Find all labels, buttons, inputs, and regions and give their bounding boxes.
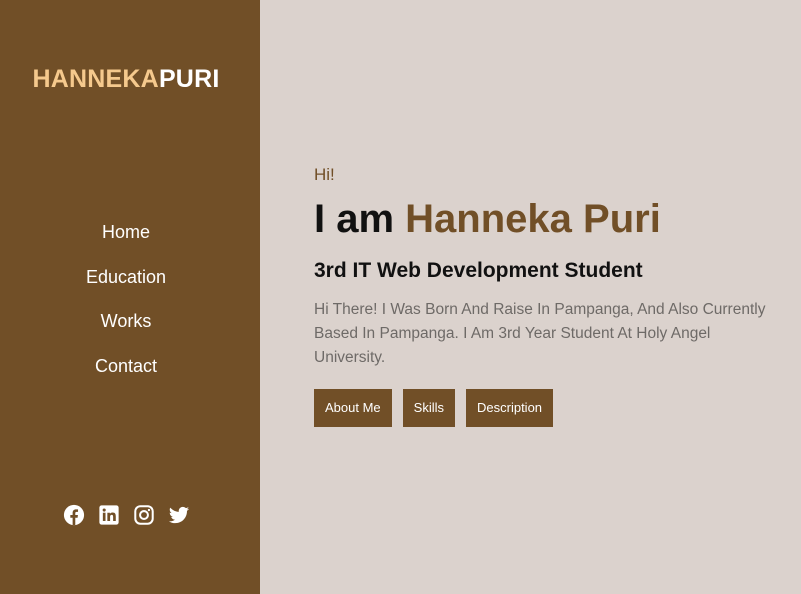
facebook-icon[interactable] [63,504,85,526]
page: HANNEKAPURI Home Education Works Contact [0,0,801,594]
social-links [0,504,252,526]
main-nav: Home Education Works Contact [0,220,252,398]
greeting-text: Hi! [314,165,335,184]
brand-logo[interactable]: HANNEKAPURI [0,63,252,95]
hero-buttons: About Me Skills Description [314,389,784,427]
brand-second-part: PURI [158,65,220,93]
nav-item-works[interactable]: Works [0,309,252,333]
brand-first-part: HANNEKA [32,65,159,93]
instagram-icon[interactable] [133,504,155,526]
linkedin-icon[interactable] [98,504,120,526]
twitter-icon[interactable] [168,504,190,526]
nav-item-contact[interactable]: Contact [0,354,252,378]
nav-item-home[interactable]: Home [0,220,252,244]
sidebar: HANNEKAPURI Home Education Works Contact [0,0,260,594]
about-me-button[interactable]: About Me [314,389,392,427]
intro-description: Hi There! I Was Born And Raise In Pampan… [314,301,766,366]
role-subtitle: 3rd IT Web Development Student [314,259,643,282]
hero-headline: I am Hanneka Puri [314,196,784,242]
headline-name: Hanneka Puri [405,197,661,241]
description-button[interactable]: Description [466,389,554,427]
headline-prefix: I am [314,197,406,241]
nav-item-education[interactable]: Education [0,265,252,289]
hero-section: Hi! I am Hanneka Puri 3rd IT Web Develop… [314,164,784,427]
skills-button[interactable]: Skills [402,389,455,427]
